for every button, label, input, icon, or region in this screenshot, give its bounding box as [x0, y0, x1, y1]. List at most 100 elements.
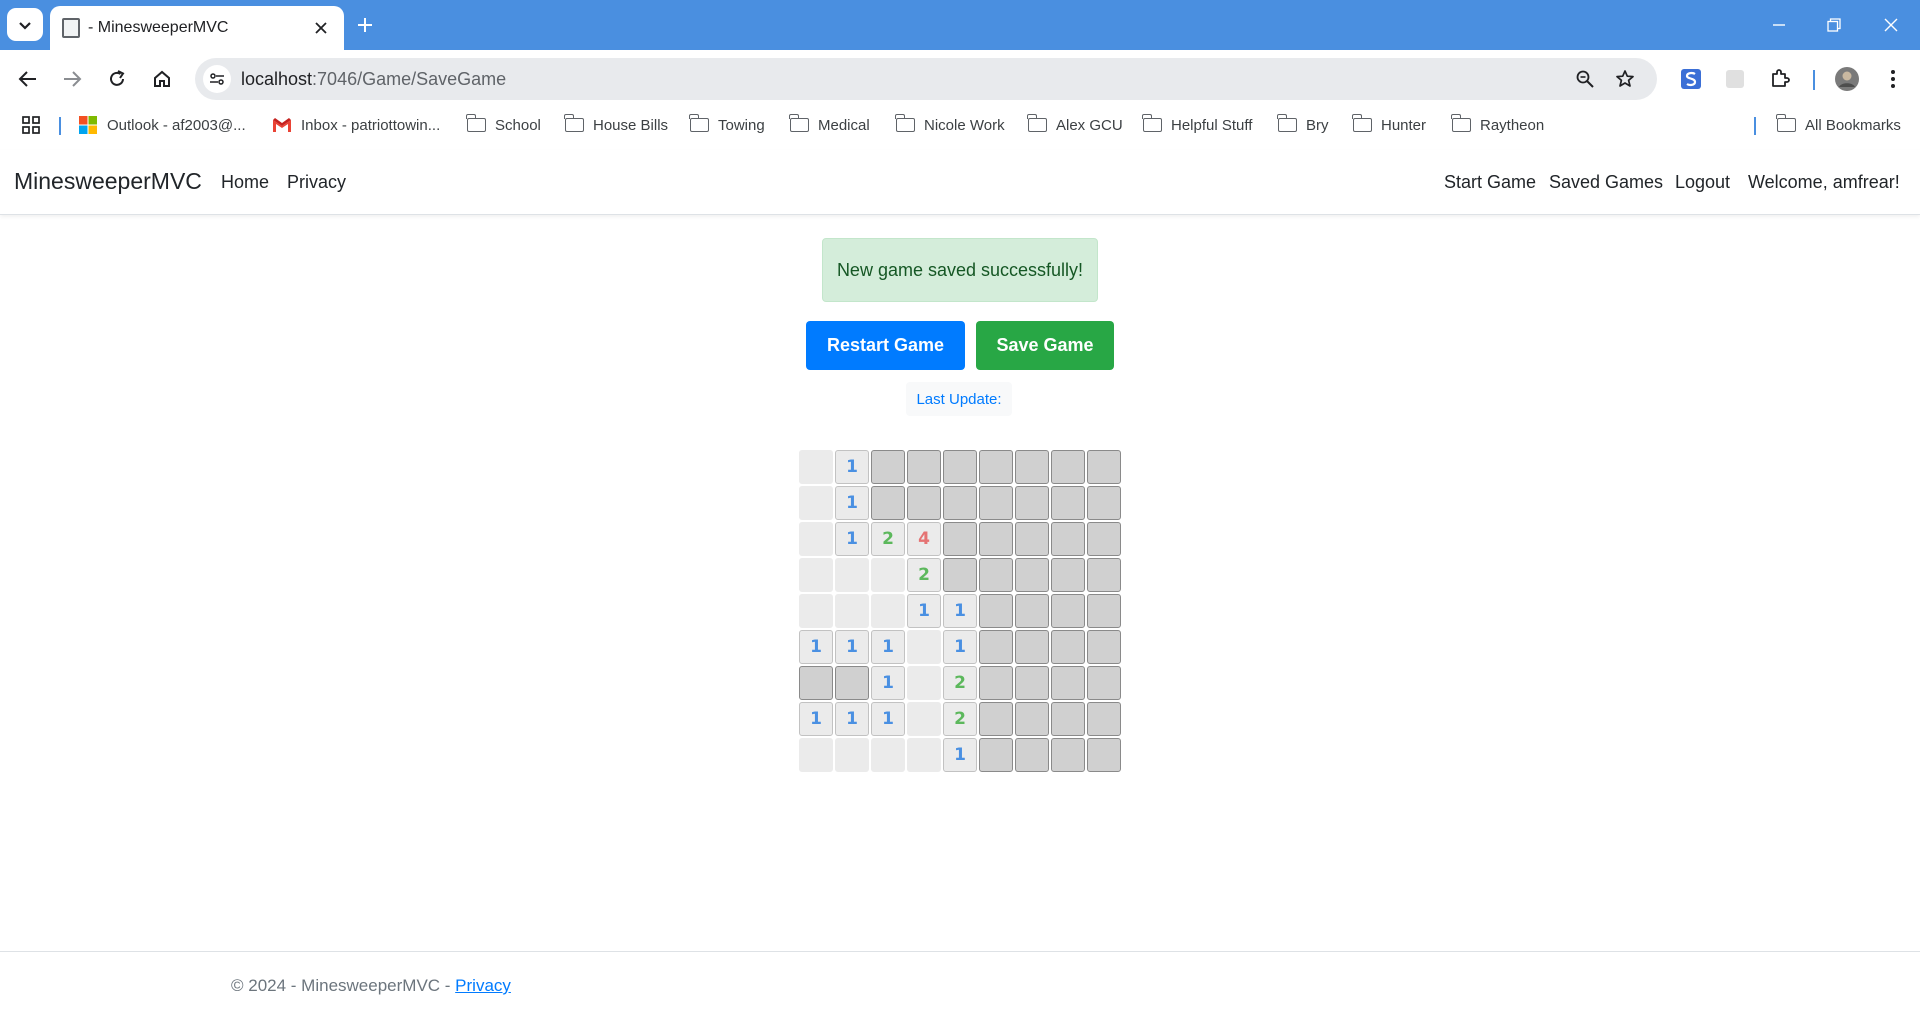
revealed-empty-cell[interactable]	[871, 738, 905, 772]
hidden-cell[interactable]	[1015, 522, 1049, 556]
hidden-cell[interactable]	[799, 666, 833, 700]
extension-placeholder-icon[interactable]	[1720, 64, 1750, 94]
minimize-button[interactable]	[1750, 0, 1807, 50]
hidden-cell[interactable]	[979, 558, 1013, 592]
hidden-cell[interactable]	[1051, 450, 1085, 484]
hidden-cell[interactable]	[1015, 558, 1049, 592]
revealed-empty-cell[interactable]	[907, 666, 941, 700]
hidden-cell[interactable]	[1015, 702, 1049, 736]
revealed-empty-cell[interactable]	[835, 594, 869, 628]
nav-home-link[interactable]: Home	[221, 172, 269, 193]
revealed-empty-cell[interactable]	[799, 450, 833, 484]
profile-avatar[interactable]	[1832, 64, 1862, 94]
hidden-cell[interactable]	[1051, 594, 1085, 628]
nav-start-game-link[interactable]: Start Game	[1444, 172, 1536, 193]
hidden-cell[interactable]	[1015, 450, 1049, 484]
bookmark-school[interactable]: School	[466, 113, 541, 137]
hidden-cell[interactable]	[1087, 558, 1121, 592]
hidden-cell[interactable]	[1087, 450, 1121, 484]
browser-menu-icon[interactable]	[1878, 64, 1908, 94]
hidden-cell[interactable]	[979, 522, 1013, 556]
save-game-button[interactable]: Save Game	[976, 321, 1114, 370]
hidden-cell[interactable]	[871, 450, 905, 484]
nav-saved-games-link[interactable]: Saved Games	[1549, 172, 1663, 193]
hidden-cell[interactable]	[1015, 666, 1049, 700]
revealed-number-cell[interactable]: 1	[907, 594, 941, 628]
tab-search-button[interactable]	[7, 8, 43, 41]
restart-game-button[interactable]: Restart Game	[806, 321, 965, 370]
revealed-number-cell[interactable]: 2	[943, 702, 977, 736]
all-bookmarks[interactable]: All Bookmarks	[1776, 113, 1901, 137]
close-window-button[interactable]	[1862, 0, 1919, 50]
revealed-empty-cell[interactable]	[799, 738, 833, 772]
bookmark-alex-gcu[interactable]: Alex GCU	[1027, 113, 1123, 137]
hidden-cell[interactable]	[1087, 738, 1121, 772]
hidden-cell[interactable]	[1087, 702, 1121, 736]
revealed-number-cell[interactable]: 1	[799, 630, 833, 664]
footer-privacy-link[interactable]: Privacy	[455, 976, 511, 995]
hidden-cell[interactable]	[979, 486, 1013, 520]
revealed-number-cell[interactable]: 1	[835, 630, 869, 664]
nav-privacy-link[interactable]: Privacy	[287, 172, 346, 193]
hidden-cell[interactable]	[1087, 594, 1121, 628]
hidden-cell[interactable]	[1051, 702, 1085, 736]
hidden-cell[interactable]	[979, 738, 1013, 772]
hidden-cell[interactable]	[1051, 738, 1085, 772]
revealed-empty-cell[interactable]	[799, 522, 833, 556]
revealed-number-cell[interactable]: 1	[943, 738, 977, 772]
revealed-number-cell[interactable]: 1	[871, 666, 905, 700]
revealed-number-cell[interactable]: 1	[835, 486, 869, 520]
nav-logout-link[interactable]: Logout	[1675, 172, 1730, 193]
hidden-cell[interactable]	[1051, 486, 1085, 520]
zoom-icon[interactable]	[1573, 67, 1597, 91]
home-button[interactable]	[144, 61, 180, 97]
revealed-number-cell[interactable]: 4	[907, 522, 941, 556]
bookmark-helpful-stuff[interactable]: Helpful Stuff	[1142, 113, 1252, 137]
hidden-cell[interactable]	[943, 558, 977, 592]
hidden-cell[interactable]	[835, 666, 869, 700]
bookmark-nicole-work[interactable]: Nicole Work	[895, 113, 1005, 137]
site-settings-icon[interactable]	[203, 65, 231, 93]
bookmark-hunter[interactable]: Hunter	[1352, 113, 1426, 137]
hidden-cell[interactable]	[979, 702, 1013, 736]
hidden-cell[interactable]	[871, 486, 905, 520]
revealed-number-cell[interactable]: 1	[835, 702, 869, 736]
new-tab-button[interactable]	[352, 12, 378, 38]
hidden-cell[interactable]	[1051, 558, 1085, 592]
revealed-number-cell[interactable]: 1	[871, 630, 905, 664]
revealed-empty-cell[interactable]	[835, 558, 869, 592]
extensions-puzzle-icon[interactable]	[1765, 64, 1795, 94]
revealed-empty-cell[interactable]	[907, 702, 941, 736]
apps-grid-icon[interactable]	[21, 113, 41, 137]
revealed-empty-cell[interactable]	[871, 558, 905, 592]
revealed-empty-cell[interactable]	[799, 594, 833, 628]
hidden-cell[interactable]	[1051, 630, 1085, 664]
hidden-cell[interactable]	[1015, 486, 1049, 520]
hidden-cell[interactable]	[979, 630, 1013, 664]
revealed-number-cell[interactable]: 2	[943, 666, 977, 700]
hidden-cell[interactable]	[1015, 594, 1049, 628]
hidden-cell[interactable]	[1051, 522, 1085, 556]
revealed-empty-cell[interactable]	[835, 738, 869, 772]
address-bar[interactable]: localhost:7046/Game/SaveGame	[195, 58, 1657, 100]
hidden-cell[interactable]	[943, 450, 977, 484]
hidden-cell[interactable]	[943, 486, 977, 520]
revealed-number-cell[interactable]: 1	[835, 450, 869, 484]
reload-button[interactable]	[99, 61, 135, 97]
browser-tab[interactable]: - MinesweeperMVC	[50, 6, 344, 50]
bookmark-gmail[interactable]: Inbox - patriottowin...	[272, 113, 440, 137]
bookmark-house-bills[interactable]: House Bills	[564, 113, 668, 137]
hidden-cell[interactable]	[979, 666, 1013, 700]
revealed-number-cell[interactable]: 1	[943, 594, 977, 628]
hidden-cell[interactable]	[1051, 666, 1085, 700]
hidden-cell[interactable]	[943, 522, 977, 556]
hidden-cell[interactable]	[1015, 738, 1049, 772]
revealed-number-cell[interactable]: 2	[907, 558, 941, 592]
hidden-cell[interactable]	[907, 450, 941, 484]
revealed-empty-cell[interactable]	[907, 630, 941, 664]
hidden-cell[interactable]	[979, 594, 1013, 628]
bookmark-raytheon[interactable]: Raytheon	[1451, 113, 1544, 137]
revealed-number-cell[interactable]: 2	[871, 522, 905, 556]
revealed-number-cell[interactable]: 1	[799, 702, 833, 736]
back-button[interactable]	[10, 61, 46, 97]
